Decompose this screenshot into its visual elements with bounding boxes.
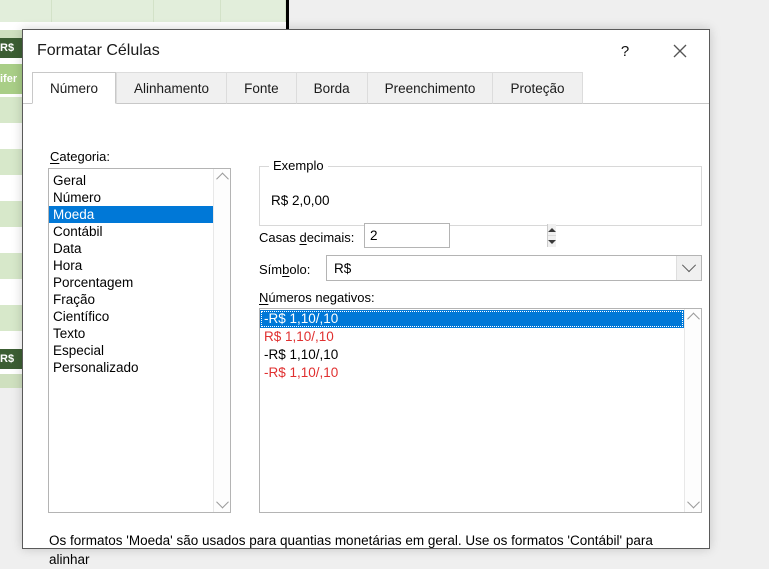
help-button[interactable]: ? [602,30,648,72]
categoria-item[interactable]: Especial [49,342,213,359]
numeros-negativos-item[interactable]: -R$ 1,10/,10 [260,310,684,328]
spreadsheet-cell[interactable] [0,253,22,279]
numeros-negativos-scrollbar[interactable] [684,309,701,512]
tab-fonte[interactable]: Fonte [226,72,296,104]
spreadsheet-cell[interactable] [0,30,22,38]
numeros-negativos-label: Números negativos: [259,290,375,305]
numeros-negativos-item[interactable]: -R$ 1,10/,10 [260,364,684,382]
spreadsheet-column-divider [286,0,289,30]
numeros-negativos-item[interactable]: R$ 1,10/,10 [260,328,684,346]
dialog-title: Formatar Células [37,42,160,59]
format-description: Os formatos 'Moeda' são usados para quan… [49,533,653,567]
format-cells-dialog: Formatar Células ? Número Alinhamento Font… [22,29,710,567]
spreadsheet-cell[interactable] [0,227,22,253]
tab-n-mero[interactable]: Número [32,72,117,104]
dialog-body: Categoria: Geral Número Moeda Contábil Data H… [23,104,709,567]
spreadsheet-cell[interactable] [0,374,22,388]
stepper-down-button[interactable] [548,236,556,247]
spreadsheet-cell[interactable] [0,97,22,123]
spreadsheet-cell[interactable] [0,149,22,175]
spreadsheet-cell[interactable] [0,123,22,149]
numeros-negativos-listbox[interactable]: -R$ 1,10/,10 R$ 1,10/,10 -R$ 1,10/,10 -R$ 1… [259,308,702,513]
tab-label: Fonte [244,80,279,96]
spreadsheet-left-column: R$ ifer R$ [0,30,22,529]
numeros-negativos-item[interactable]: -R$ 1,10/,10 [260,346,684,364]
exemplo-legend: Exemplo [269,158,328,173]
tab-borda[interactable]: Borda [295,72,367,104]
casas-decimais-stepper[interactable] [364,223,556,248]
chevron-down-icon[interactable] [676,256,701,280]
tab-label: Preenchimento [384,80,476,96]
scroll-up-icon[interactable] [685,309,701,326]
categoria-item[interactable]: Data [49,240,213,257]
dialog-titlebar: Formatar Células ? [23,30,709,72]
spreadsheet-top-row [0,0,286,22]
spreadsheet-cell[interactable] [221,0,286,22]
tab-label: Proteção [510,80,565,96]
tab-prote-o[interactable]: Proteção [492,72,583,104]
categoria-item[interactable]: Contábil [49,223,213,240]
simbolo-value: R$ [334,260,352,276]
exemplo-value: R$ 2,0,00 [271,193,330,208]
categoria-item[interactable]: Porcentagem [49,274,213,291]
stepper-buttons [547,224,556,247]
categoria-item[interactable]: Hora [49,257,213,274]
tab-preenchimento[interactable]: Preenchimento [366,72,493,104]
tab-alinhamento[interactable]: Alinhamento [116,72,227,104]
spreadsheet-cell[interactable] [0,175,22,201]
categoria-item[interactable]: Moeda [49,206,213,223]
categoria-items: Geral Número Moeda Contábil Data Hora Porcenta… [49,172,213,376]
categoria-item[interactable]: Número [49,189,213,206]
spreadsheet-cell[interactable]: R$ [0,349,22,369]
tab-list: Número Alinhamento Fonte Borda Preenchimento… [32,72,583,104]
spreadsheet-cell[interactable] [52,0,154,22]
tab-strip: Número Alinhamento Fonte Borda Preenchimento… [23,72,709,104]
spreadsheet-cell[interactable] [0,0,52,22]
casas-decimais-label: Casas decimais: [259,230,355,245]
tab-label: Alinhamento [134,80,210,96]
categoria-item[interactable]: Científico [49,308,213,325]
categoria-item[interactable]: Texto [49,325,213,342]
spreadsheet-cell[interactable] [0,279,22,305]
spreadsheet-cell[interactable] [0,331,22,349]
casas-decimais-input[interactable] [365,224,547,247]
close-button[interactable] [657,30,703,72]
stepper-up-button[interactable] [548,224,556,236]
categoria-scrollbar[interactable] [213,169,230,512]
spreadsheet-cell[interactable] [0,201,22,227]
tab-label: Número [50,80,99,96]
numeros-negativos-items: -R$ 1,10/,10 R$ 1,10/,10 -R$ 1,10/,10 -R$ 1… [260,310,684,382]
spreadsheet-cell[interactable] [0,305,22,331]
categoria-label: Categoria: [50,149,110,164]
categoria-listbox[interactable]: Geral Número Moeda Contábil Data Hora Porcenta… [48,168,231,513]
categoria-label-rest: ategoria: [59,149,110,164]
scroll-up-icon[interactable] [214,169,230,186]
scroll-down-icon[interactable] [685,495,701,512]
spreadsheet-cell[interactable] [154,0,221,22]
simbolo-label: Símbolo: [259,262,311,277]
simbolo-combobox[interactable]: R$ [326,255,702,281]
categoria-item[interactable]: Geral [49,172,213,189]
tab-label: Borda [313,80,350,96]
spreadsheet-cell[interactable]: ifer [0,64,22,94]
categoria-item[interactable]: Personalizado [49,359,213,376]
close-icon [673,44,687,58]
categoria-item[interactable]: Fração [49,291,213,308]
scroll-down-icon[interactable] [214,495,230,512]
spreadsheet-cell[interactable]: R$ [0,38,22,58]
